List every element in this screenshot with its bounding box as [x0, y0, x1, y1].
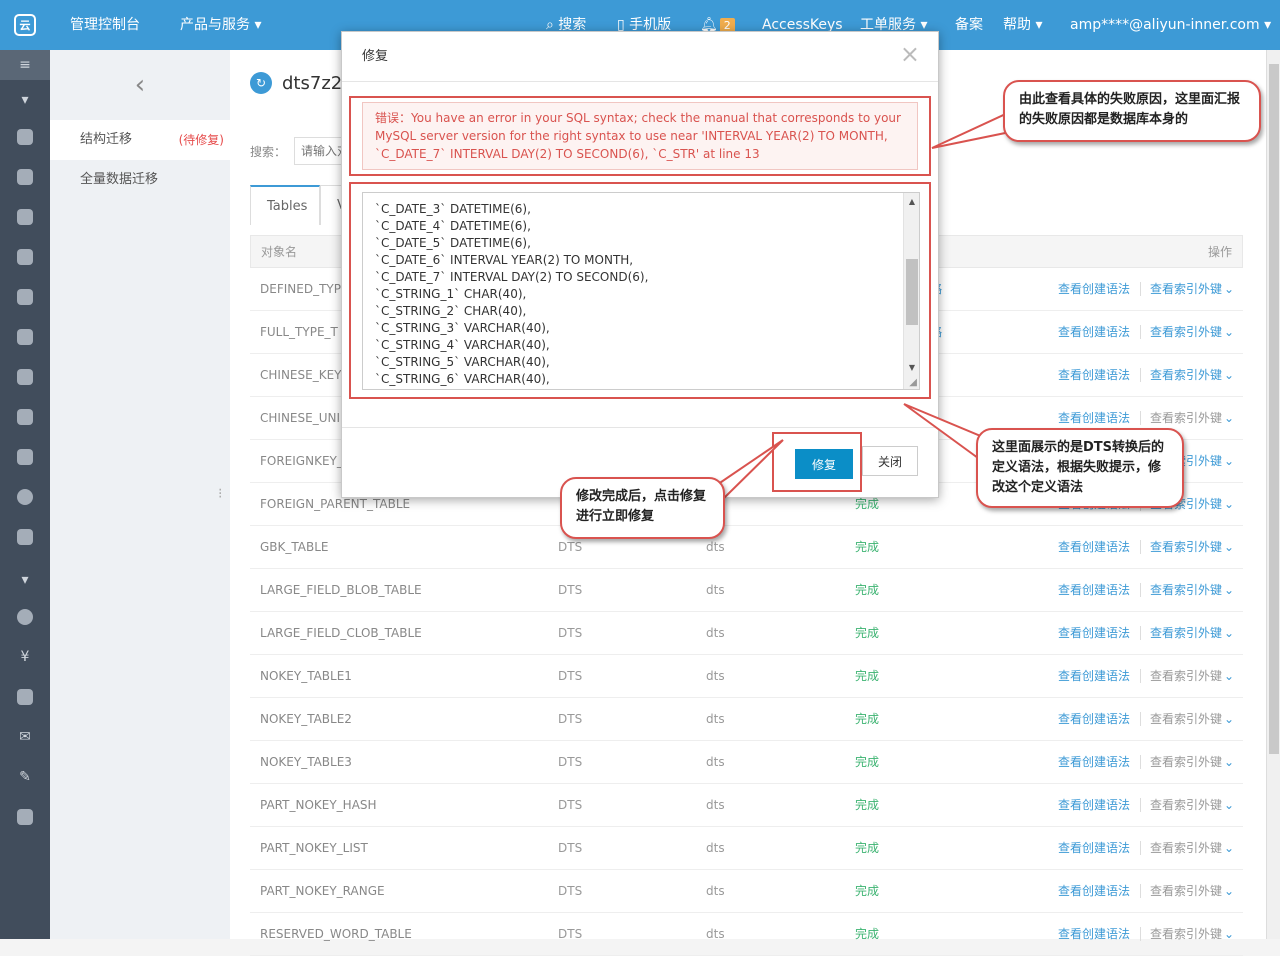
callout-pointer-error [931, 110, 1011, 149]
callout-button-note: 修改完成后，点击修复进行立即修复 [560, 477, 725, 539]
callout-error-note: 由此查看具体的失败原因，这里面汇报的失败原因都是数据库本身的 [1003, 80, 1261, 142]
callout-code-note: 这里面展示的是DTS转换后的定义语法，根据失败提示，修改这个定义语法 [976, 428, 1184, 508]
